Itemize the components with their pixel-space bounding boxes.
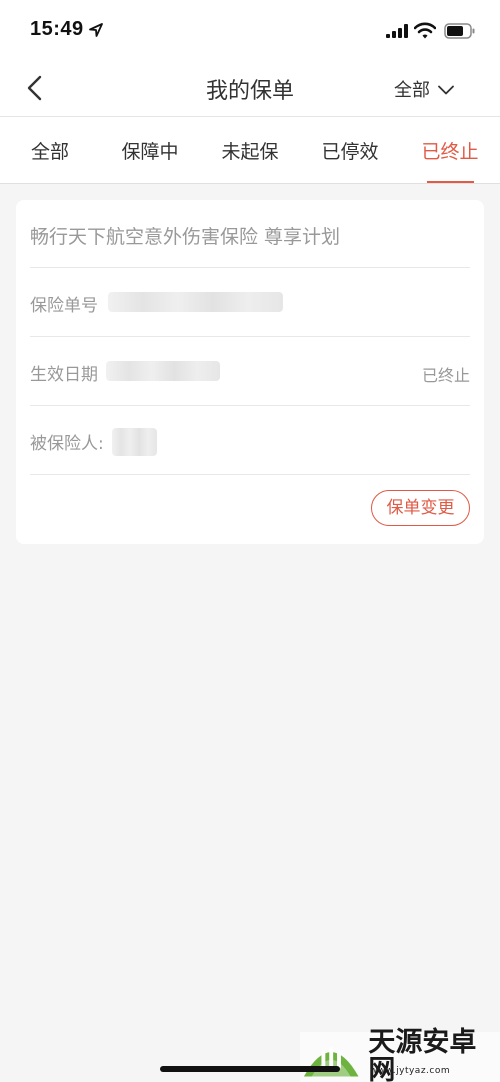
status-time: 15:49	[30, 18, 84, 40]
policy-status: 已终止	[421, 366, 470, 385]
tab-label: 已终止	[421, 141, 479, 163]
wifi-icon	[414, 22, 436, 39]
battery-icon	[444, 23, 475, 39]
card-divider	[30, 474, 470, 475]
chevron-down-icon	[438, 85, 454, 95]
policy-number-redacted	[108, 292, 283, 312]
tab-suspended[interactable]: 已停效	[300, 117, 400, 183]
policy-title: 畅行天下航空意外伤害保险 尊享计划	[30, 226, 341, 248]
status-bar: 15:49	[0, 0, 500, 60]
cellular-signal-icon	[386, 24, 408, 38]
nav-bar: 我的保单 全部	[0, 60, 500, 116]
effective-date-redacted	[106, 361, 220, 381]
tab-all[interactable]: 全部	[0, 117, 100, 183]
home-indicator	[160, 1066, 340, 1072]
filter-label: 全部	[394, 80, 430, 101]
watermark: 天源安卓网 www.jytyaz.com	[300, 1029, 500, 1082]
tab-label: 未起保	[221, 141, 279, 163]
card-divider	[30, 405, 470, 406]
tab-label: 全部	[30, 141, 69, 163]
tab-in-force[interactable]: 保障中	[100, 117, 200, 183]
tabs-divider	[0, 183, 500, 184]
insured-label: 被保险人:	[30, 434, 104, 454]
policy-number-label: 保险单号	[30, 296, 98, 316]
effective-date-label: 生效日期	[30, 365, 98, 385]
insured-name-redacted	[112, 428, 157, 456]
filter-dropdown-button[interactable]: 全部	[394, 76, 454, 102]
card-divider	[30, 336, 470, 337]
tab-terminated[interactable]: 已终止	[400, 117, 500, 183]
policy-card[interactable]: 畅行天下航空意外伤害保险 尊享计划 保险单号 生效日期 已终止 被保险人: 保单…	[16, 200, 484, 544]
location-arrow-icon	[89, 23, 103, 37]
android-logo-icon	[303, 1047, 359, 1077]
status-tabs: 全部 保障中 未起保 已停效 已终止	[0, 117, 500, 183]
watermark-url: www.jytyaz.com	[370, 1066, 451, 1076]
tab-label: 已停效	[321, 141, 379, 163]
policy-change-button[interactable]: 保单变更	[371, 490, 470, 526]
tab-not-started[interactable]: 未起保	[200, 117, 300, 183]
tab-label: 保障中	[121, 141, 179, 163]
card-divider	[30, 267, 470, 268]
